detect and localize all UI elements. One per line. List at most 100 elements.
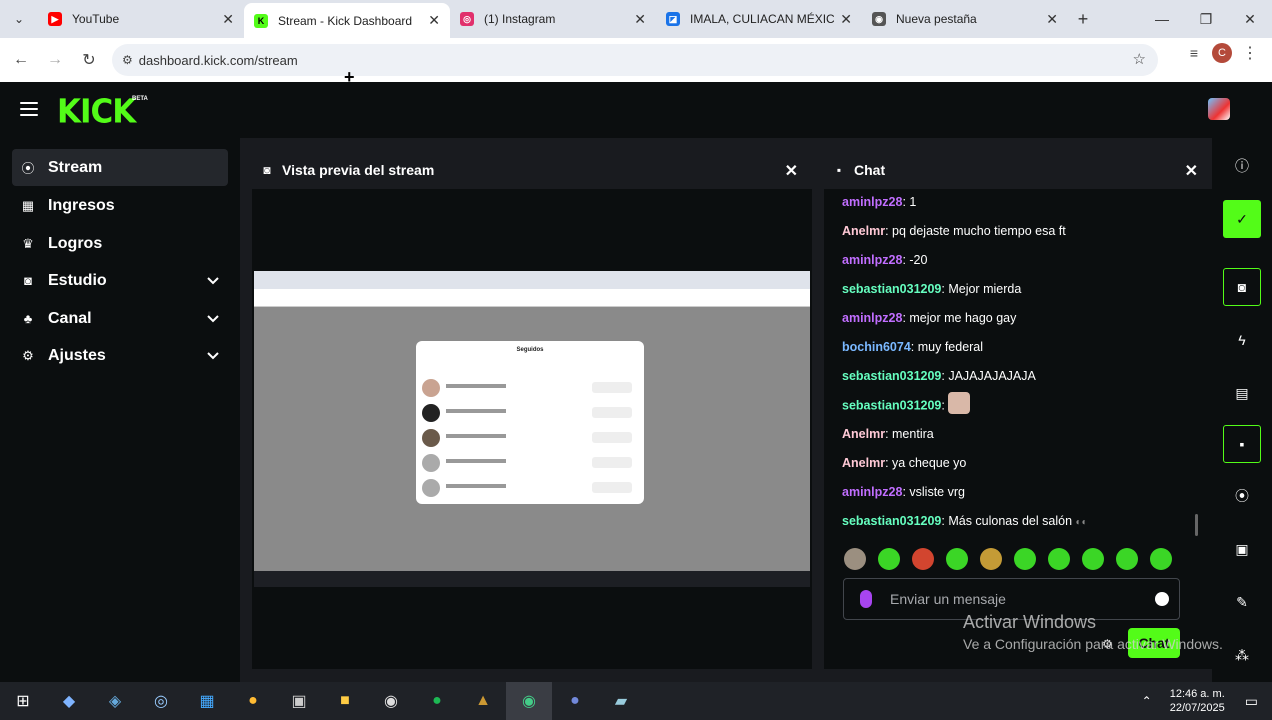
- sidebar-item-stream[interactable]: ⦿ Stream: [12, 149, 228, 186]
- chat-username[interactable]: aminlpz28: [842, 195, 902, 209]
- system-tray: ⌃ 12:46 a. m. 22/07/2025 ▭: [1142, 682, 1272, 720]
- tab-imala[interactable]: ◪ IMALA, CULIACAN MÉXICO ✕: [656, 3, 862, 35]
- widgets-icon[interactable]: ▣: [276, 682, 322, 720]
- app-icon[interactable]: ●: [230, 682, 276, 720]
- chrome-icon: ◉: [872, 12, 886, 26]
- minimize-button[interactable]: —: [1140, 0, 1184, 38]
- discord-icon[interactable]: ●: [552, 682, 598, 720]
- checklist-icon[interactable]: ✓: [1223, 200, 1261, 238]
- list-item: [422, 429, 638, 447]
- emote-button[interactable]: [946, 548, 968, 570]
- preview-toggle-icon[interactable]: ◙: [1223, 268, 1261, 306]
- emote-button[interactable]: [1048, 548, 1070, 570]
- m365-icon[interactable]: ◈: [92, 682, 138, 720]
- sidebar-item-estudio[interactable]: ◙ Estudio: [12, 262, 228, 299]
- chevron-down-icon[interactable]: [206, 349, 220, 363]
- chat-username[interactable]: sebastian031209: [842, 282, 941, 296]
- sidebar-item-ajustes[interactable]: ⚙ Ajustes: [12, 337, 228, 374]
- wrench-icon[interactable]: ✎: [1223, 583, 1261, 621]
- tab-instagram[interactable]: ◎ (1) Instagram ✕: [450, 3, 656, 35]
- close-window-button[interactable]: ✕: [1228, 0, 1272, 38]
- site-info-icon[interactable]: ⚙: [122, 53, 133, 67]
- chat-message: bochin6074: muy federal: [842, 340, 1182, 369]
- notes-icon[interactable]: ▤: [1223, 374, 1261, 412]
- microphone-icon[interactable]: [860, 590, 872, 608]
- spotify-icon[interactable]: ●: [414, 682, 460, 720]
- chat-username[interactable]: bochin6074: [842, 340, 911, 354]
- restore-button[interactable]: ❐: [1184, 0, 1228, 38]
- list-item: [422, 379, 638, 397]
- tab-new-tab[interactable]: ◉ Nueva pestaña ✕: [862, 3, 1068, 35]
- emote-button[interactable]: [1082, 548, 1104, 570]
- emote-button[interactable]: [912, 548, 934, 570]
- chat-username[interactable]: sebastian031209: [842, 369, 941, 383]
- lightning-icon[interactable]: ϟ: [1223, 321, 1261, 359]
- close-icon[interactable]: ✕: [634, 11, 646, 28]
- back-button[interactable]: ←: [4, 43, 38, 77]
- close-icon[interactable]: ✕: [428, 12, 440, 29]
- chat-username[interactable]: Anelmr: [842, 456, 885, 470]
- emote-button[interactable]: [844, 548, 866, 570]
- sidebar-item-logros[interactable]: ♛ Logros: [12, 225, 228, 262]
- chat-username[interactable]: Anelmr: [842, 224, 885, 238]
- more-menu-icon[interactable]: ⋮: [1238, 43, 1262, 63]
- chrome-icon[interactable]: ◉: [506, 682, 552, 720]
- chat-scrollbar[interactable]: [1195, 514, 1198, 536]
- chat-username[interactable]: Anelmr: [842, 427, 885, 441]
- chat-message: sebastian031209: Mejor mierda: [842, 282, 1182, 311]
- new-tab-button[interactable]: +: [1068, 3, 1098, 35]
- emote-button[interactable]: [878, 548, 900, 570]
- notification-icon[interactable]: ▭: [1245, 693, 1258, 710]
- chevron-down-icon[interactable]: [206, 274, 220, 288]
- emote-button[interactable]: [1014, 548, 1036, 570]
- obs-icon[interactable]: ◉: [368, 682, 414, 720]
- folder-icon[interactable]: ■: [322, 682, 368, 720]
- close-icon[interactable]: ✕: [1046, 11, 1058, 28]
- tab-youtube[interactable]: ▶ YouTube ✕: [38, 3, 244, 35]
- steam-icon[interactable]: ◎: [138, 682, 184, 720]
- reload-button[interactable]: ↻: [72, 43, 106, 77]
- chat-username[interactable]: aminlpz28: [842, 485, 902, 499]
- tab-search-icon[interactable]: ⌄: [0, 0, 38, 38]
- emote-button[interactable]: [1116, 548, 1138, 570]
- sidebar-item-ingresos[interactable]: ▦ Ingresos: [12, 187, 228, 224]
- chat-username[interactable]: sebastian031209: [842, 514, 941, 528]
- chat-message: aminlpz28: mejor me hago gay: [842, 311, 1182, 340]
- copilot-icon[interactable]: ◆: [46, 682, 92, 720]
- chevron-up-icon[interactable]: ⌃: [1142, 694, 1152, 708]
- close-icon[interactable]: ✕: [222, 11, 234, 28]
- broadcast-icon[interactable]: ⦿: [1223, 477, 1261, 515]
- chat-username[interactable]: sebastian031209: [842, 398, 941, 412]
- windows-start-icon[interactable]: ⊞: [0, 682, 46, 720]
- mail-icon[interactable]: ▲: [460, 682, 506, 720]
- clock[interactable]: 12:46 a. m. 22/07/2025: [1170, 687, 1225, 715]
- close-icon[interactable]: ✕: [840, 11, 852, 28]
- chat-username[interactable]: aminlpz28: [842, 253, 902, 267]
- layout-icon[interactable]: ▣: [1223, 530, 1261, 568]
- bookmark-star-icon[interactable]: ☆: [1133, 50, 1146, 68]
- tab-kick-dashboard[interactable]: K Stream - Kick Dashboard ✕: [244, 3, 450, 38]
- emoji-picker-icon[interactable]: [1155, 592, 1169, 606]
- profile-avatar[interactable]: C: [1212, 43, 1232, 63]
- emote-button[interactable]: [980, 548, 1002, 570]
- share-icon[interactable]: ⁂: [1223, 636, 1261, 674]
- hamburger-menu-icon[interactable]: [20, 102, 38, 116]
- media-control-icon[interactable]: ≡: [1182, 45, 1206, 61]
- info-icon[interactable]: ⓘ: [1223, 147, 1261, 185]
- dashboard-sidebar: ⦿ Stream ▦ Ingresos ♛ Logros ◙ Estudio ♣…: [0, 138, 240, 682]
- notepad-icon[interactable]: ▰: [598, 682, 644, 720]
- kick-logo[interactable]: KICK: [57, 93, 136, 131]
- emote-button[interactable]: [1150, 548, 1172, 570]
- chevron-down-icon[interactable]: [206, 312, 220, 326]
- preview-header: ◙ Vista previa del stream ✕: [252, 151, 812, 189]
- chat-toggle-icon[interactable]: ▪: [1223, 425, 1261, 463]
- user-avatar[interactable]: [1208, 98, 1230, 120]
- kick-top-nav: KICK BETA: [0, 82, 1272, 138]
- close-icon[interactable]: ✕: [785, 161, 798, 181]
- address-bar[interactable]: ⚙ dashboard.kick.com/stream ☆: [112, 44, 1158, 76]
- sidebar-item-canal[interactable]: ♣ Canal: [12, 300, 228, 337]
- store-icon[interactable]: ▦: [184, 682, 230, 720]
- chat-username[interactable]: aminlpz28: [842, 311, 902, 325]
- forward-button[interactable]: →: [38, 43, 72, 77]
- close-icon[interactable]: ✕: [1185, 161, 1198, 181]
